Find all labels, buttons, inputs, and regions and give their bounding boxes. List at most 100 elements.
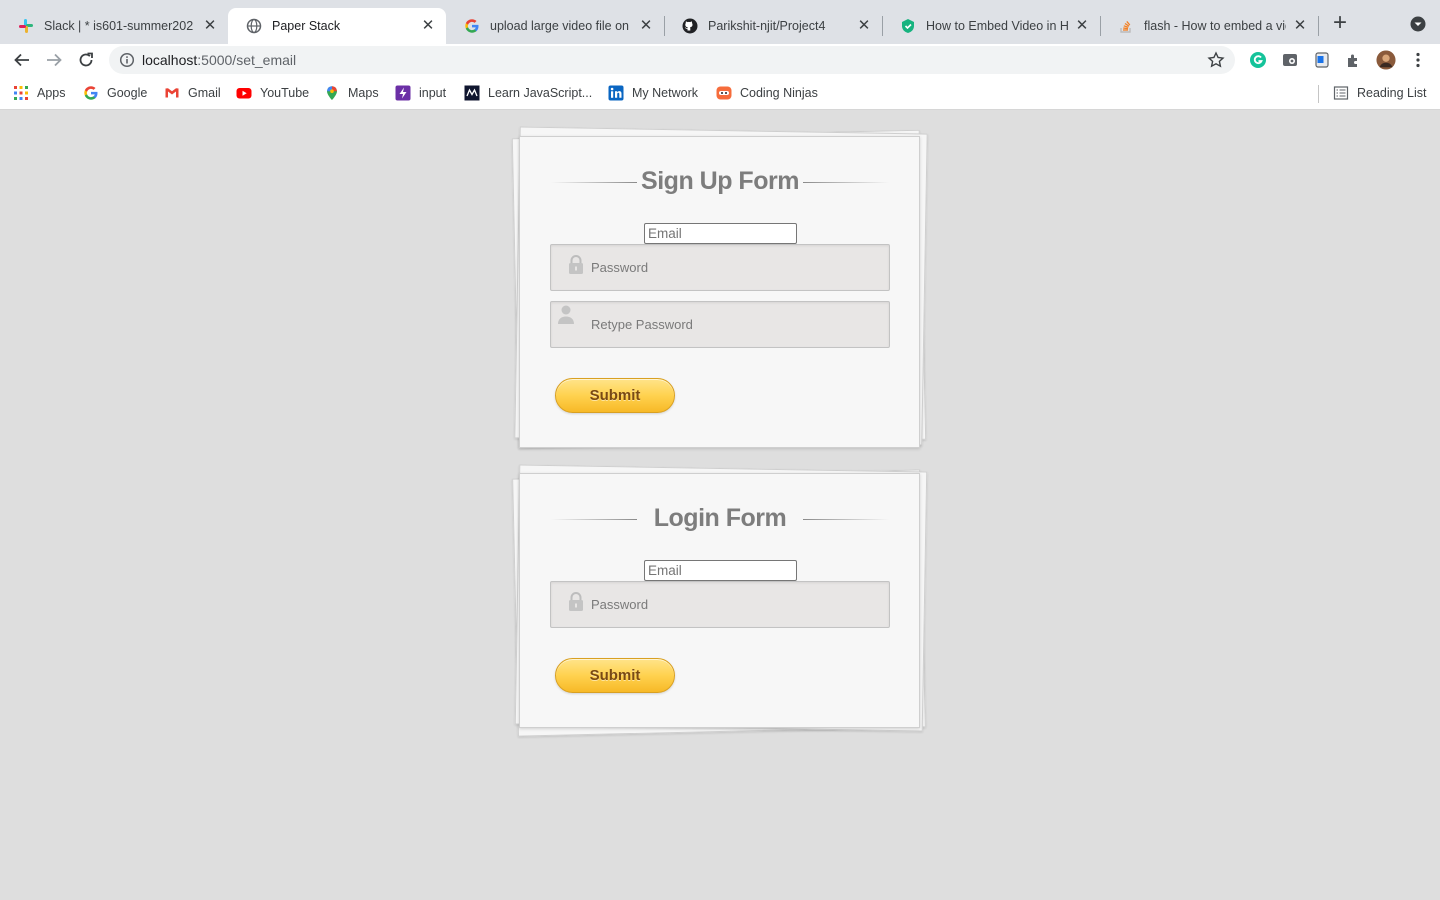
google-icon	[83, 85, 99, 101]
tab-title: Parikshit-njit/Project4	[708, 19, 826, 33]
tab-embed-video[interactable]: How to Embed Video in HTI ✕	[882, 8, 1100, 44]
close-icon[interactable]: ✕	[1074, 18, 1090, 34]
tab-slack[interactable]: Slack | * is601-summer202 ✕	[0, 8, 228, 44]
bookmark-label: Apps	[37, 86, 66, 100]
bookmark-my-network[interactable]: My Network	[608, 84, 698, 102]
reading-list-icon	[1333, 85, 1349, 101]
bookmark-label: Google	[107, 86, 148, 100]
tab-strip: Slack | * is601-summer202 ✕ Paper Stack …	[0, 0, 1440, 44]
coding-ninjas-icon	[716, 85, 732, 101]
login-form: Login Form Submit	[519, 473, 920, 728]
login-paper-stack: Login Form Submit	[510, 462, 930, 752]
reading-list-button[interactable]: Reading List	[1333, 84, 1427, 102]
url-host: localhost	[142, 52, 198, 68]
new-tab-button[interactable]: +	[1328, 11, 1352, 36]
tab-search-icon[interactable]	[1408, 14, 1428, 34]
bookmark-youtube[interactable]: YouTube	[236, 84, 309, 102]
tab-paper-stack[interactable]: Paper Stack ✕	[228, 8, 446, 44]
bookmark-gmail[interactable]: Gmail	[164, 84, 221, 102]
bookmark-label: Maps	[348, 86, 379, 100]
translate-extension-icon[interactable]	[1312, 50, 1332, 70]
tab-google-search[interactable]: upload large video file on g ✕	[446, 8, 664, 44]
signup-password-input[interactable]	[591, 245, 881, 290]
maps-pin-icon	[324, 85, 340, 101]
tab-divider	[664, 16, 665, 36]
arrow-right-icon	[47, 53, 62, 67]
reload-icon	[79, 52, 93, 67]
login-password-input[interactable]	[591, 582, 881, 627]
menu-kebab-icon[interactable]	[1408, 50, 1428, 70]
close-icon[interactable]: ✕	[420, 18, 436, 34]
github-icon	[682, 18, 698, 34]
bookmarks-divider	[1318, 85, 1319, 103]
bookmark-label: Learn JavaScript...	[488, 86, 593, 100]
lock-icon	[567, 254, 585, 276]
codecademy-icon	[464, 85, 480, 101]
user-icon	[557, 304, 575, 326]
bookmark-label: My Network	[632, 86, 698, 100]
bookmark-input[interactable]: input	[395, 84, 446, 102]
tab-title: How to Embed Video in HTI	[926, 19, 1068, 33]
signup-form: Sign Up Form Submit	[519, 136, 920, 448]
signup-retype-password-input[interactable]	[591, 302, 881, 347]
bookmark-star-icon[interactable]	[1207, 51, 1225, 69]
bookmark-maps[interactable]: Maps	[324, 84, 379, 102]
title-rule-right	[803, 182, 889, 183]
bookmark-google[interactable]: Google	[83, 84, 147, 102]
bookmark-coding-ninjas[interactable]: Coding Ninjas	[716, 84, 818, 102]
tab-title: flash - How to embed a vid	[1144, 19, 1286, 33]
close-icon[interactable]: ✕	[202, 18, 218, 34]
youtube-icon	[236, 85, 252, 101]
forward-button[interactable]	[42, 48, 66, 72]
grammarly-icon[interactable]	[1248, 50, 1268, 70]
lock-icon	[567, 591, 585, 613]
signup-submit-button[interactable]: Submit	[555, 378, 675, 413]
signup-email-input[interactable]	[644, 223, 797, 244]
bookmark-label: YouTube	[260, 86, 310, 100]
page-content: Sign Up Form Submit Login For	[0, 110, 1440, 900]
stackoverflow-icon	[1118, 18, 1134, 34]
signup-retype-password-field	[550, 301, 890, 348]
tab-github[interactable]: Parikshit-njit/Project4 ✕	[664, 8, 882, 44]
back-button[interactable]	[10, 48, 34, 72]
address-bar[interactable]: localhost:5000/set_email	[109, 46, 1235, 74]
google-icon	[464, 18, 480, 34]
close-icon[interactable]: ✕	[1292, 18, 1308, 34]
tab-title: upload large video file on g	[490, 19, 632, 33]
bookmarks-bar: Apps Google Gmail YouTube Maps input Lea…	[0, 76, 1440, 110]
gmail-icon	[164, 85, 180, 101]
reload-button[interactable]	[74, 48, 98, 72]
url-text: localhost:5000/set_email	[142, 52, 296, 68]
puzzle-icon[interactable]	[1344, 50, 1364, 70]
tab-title: Slack | * is601-summer202	[44, 19, 194, 33]
bookmark-label: input	[419, 86, 447, 100]
slack-icon	[18, 18, 34, 34]
extension-icon[interactable]	[1280, 50, 1300, 70]
browser-toolbar: localhost:5000/set_email	[0, 44, 1440, 76]
bookmark-learn-javascript[interactable]: Learn JavaScript...	[464, 84, 592, 102]
info-icon[interactable]	[119, 52, 135, 68]
tab-divider	[1100, 16, 1101, 36]
globe-icon	[246, 18, 262, 34]
close-icon[interactable]: ✕	[638, 18, 654, 34]
arrow-left-icon	[14, 53, 29, 67]
apps-grid-icon	[13, 85, 29, 101]
shield-icon	[900, 18, 916, 34]
profile-avatar[interactable]	[1376, 50, 1396, 70]
bookmark-label: Coding Ninjas	[740, 86, 818, 100]
login-password-field	[550, 581, 890, 628]
close-icon[interactable]: ✕	[856, 18, 872, 34]
login-email-input[interactable]	[644, 560, 797, 581]
tab-stackoverflow[interactable]: flash - How to embed a vid ✕	[1100, 8, 1318, 44]
bookmark-label: Gmail	[188, 86, 221, 100]
tab-divider	[1318, 16, 1319, 36]
bookmark-apps[interactable]: Apps	[13, 84, 66, 102]
tab-title: Paper Stack	[272, 19, 341, 33]
url-path: :5000/set_email	[197, 52, 297, 68]
tab-divider	[882, 16, 883, 36]
signup-paper-stack: Sign Up Form Submit	[510, 126, 930, 476]
title-rule-right	[803, 519, 889, 520]
signup-password-field	[550, 244, 890, 291]
login-submit-button[interactable]: Submit	[555, 658, 675, 693]
linkedin-icon	[608, 85, 624, 101]
